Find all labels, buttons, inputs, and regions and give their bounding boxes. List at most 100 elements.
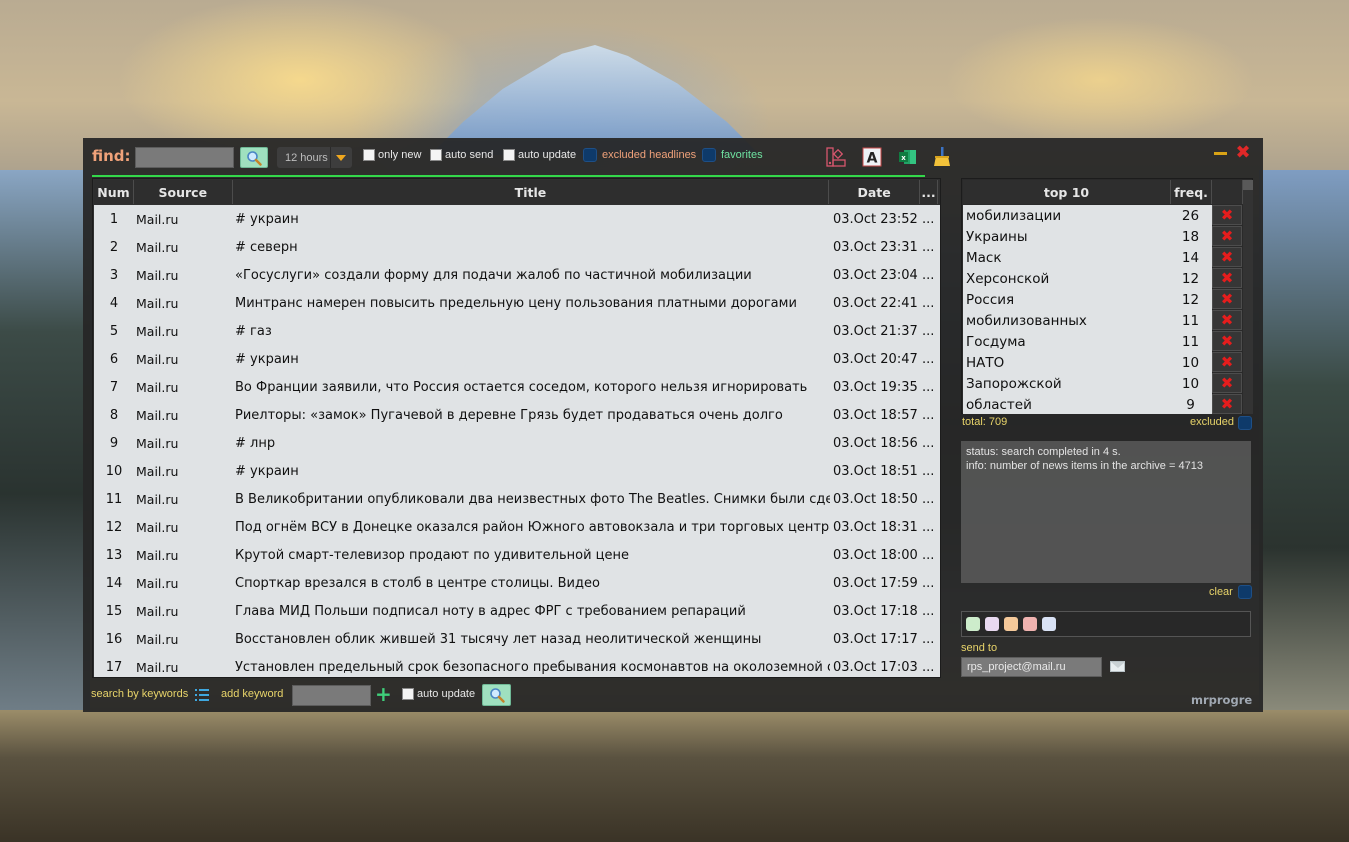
table-row[interactable]: 1 Mail.ru # украин 03.Oct 23:52... <box>94 205 940 233</box>
table-row[interactable]: 7 Mail.ru Во Франции заявили, что Россия о… <box>94 373 940 401</box>
minimize-icon[interactable] <box>1214 152 1227 155</box>
top10-row[interactable]: мобилизованных 11 <box>963 310 1212 331</box>
color-swatch[interactable] <box>1042 617 1056 631</box>
table-row[interactable]: 8 Mail.ru Риелторы: «замок» Пугачевой в де… <box>94 401 940 429</box>
top10-row[interactable]: Запорожской 10 <box>963 373 1212 394</box>
cell-more[interactable]: ... <box>922 352 940 367</box>
clear-toggle[interactable] <box>1238 585 1252 599</box>
delete-word-button[interactable]: ✖ <box>1212 226 1242 246</box>
table-row[interactable]: 12 Mail.ru Под огнём ВСУ в Донецке оказалс… <box>94 513 940 541</box>
cell-more[interactable]: ... <box>922 380 940 395</box>
table-row[interactable]: 4 Mail.ru Минтранс намерен повысить предел… <box>94 289 940 317</box>
cell-more[interactable]: ... <box>922 492 940 507</box>
search-by-keywords-link[interactable]: search by keywords <box>91 688 188 700</box>
close-icon[interactable]: ✖ <box>1233 143 1253 163</box>
keyword-input[interactable] <box>292 685 371 706</box>
delete-word-button[interactable]: ✖ <box>1212 331 1242 351</box>
cell-more[interactable]: ... <box>922 520 940 535</box>
delete-word-button[interactable]: ✖ <box>1212 352 1242 372</box>
delete-word-button[interactable]: ✖ <box>1212 394 1242 414</box>
column-top10[interactable]: top 10 <box>963 180 1171 204</box>
table-row[interactable]: 11 Mail.ru В Великобритании опубликовали д… <box>94 485 940 513</box>
top10-row[interactable]: Украины 18 <box>963 226 1212 247</box>
scrollbar-thumb[interactable] <box>1243 180 1253 190</box>
cell-more[interactable]: ... <box>922 212 940 227</box>
cell-more[interactable]: ... <box>922 296 940 311</box>
top10-row[interactable]: Россия 12 <box>963 289 1212 310</box>
checkbox-box[interactable] <box>363 149 375 161</box>
color-palette-icon[interactable] <box>825 146 847 168</box>
table-row[interactable]: 13 Mail.ru Крутой смарт-телевизор продают … <box>94 541 940 569</box>
cell-more[interactable]: ... <box>922 660 940 675</box>
table-row[interactable]: 17 Mail.ru Установлен предельный срок безо… <box>94 653 940 677</box>
table-row[interactable]: 9 Mail.ru # лнр 03.Oct 18:56... <box>94 429 940 457</box>
status-line: status: search completed in 4 s. <box>966 446 1121 458</box>
keywords-auto-update-checkbox[interactable]: auto update <box>402 688 475 700</box>
cell-more[interactable]: ... <box>922 632 940 647</box>
color-swatch[interactable] <box>966 617 980 631</box>
top10-row[interactable]: мобилизации 26 <box>963 205 1212 226</box>
envelope-icon[interactable] <box>1110 661 1125 672</box>
cell-more[interactable]: ... <box>922 464 940 479</box>
toggle-box[interactable] <box>702 148 716 162</box>
auto-send-checkbox[interactable]: auto send <box>430 149 493 161</box>
find-input[interactable] <box>135 147 234 168</box>
delete-word-button[interactable]: ✖ <box>1212 289 1242 309</box>
top10-scrollbar[interactable] <box>1243 180 1253 414</box>
email-input[interactable]: rps_project@mail.ru <box>961 657 1102 677</box>
checkbox-box[interactable] <box>430 149 442 161</box>
auto-update-checkbox[interactable]: auto update <box>503 149 576 161</box>
plus-icon[interactable]: + <box>375 683 392 705</box>
cell-more[interactable]: ... <box>922 604 940 619</box>
top10-row[interactable]: областей 9 <box>963 394 1212 415</box>
cell-more[interactable]: ... <box>922 268 940 283</box>
delete-word-button[interactable]: ✖ <box>1212 310 1242 330</box>
toggle-box[interactable] <box>583 148 597 162</box>
top10-row[interactable]: Херсонской 12 <box>963 268 1212 289</box>
table-row[interactable]: 16 Mail.ru Восстановлен облик жившей 31 ты… <box>94 625 940 653</box>
chevron-down-icon[interactable] <box>330 147 350 168</box>
favorites-toggle[interactable]: favorites <box>702 148 763 162</box>
excluded-toggle[interactable] <box>1238 416 1252 430</box>
only-new-checkbox[interactable]: only new <box>363 149 421 161</box>
column-freq[interactable]: freq. <box>1171 180 1212 204</box>
checkbox-box[interactable] <box>402 688 414 700</box>
delete-word-button[interactable]: ✖ <box>1212 373 1242 393</box>
keyword-search-button[interactable] <box>482 684 511 706</box>
column-title[interactable]: Title <box>233 180 830 204</box>
cell-more[interactable]: ... <box>922 436 940 451</box>
list-icon[interactable] <box>195 687 209 706</box>
cell-more[interactable]: ... <box>922 548 940 563</box>
column-source[interactable]: Source <box>134 180 233 204</box>
table-row[interactable]: 3 Mail.ru «Госуслуги» создали форму для по… <box>94 261 940 289</box>
column-num[interactable]: Num <box>94 180 134 204</box>
cell-more[interactable]: ... <box>922 576 940 591</box>
table-row[interactable]: 6 Mail.ru # украин 03.Oct 20:47... <box>94 345 940 373</box>
table-row[interactable]: 5 Mail.ru # газ 03.Oct 21:37... <box>94 317 940 345</box>
table-row[interactable]: 2 Mail.ru # северн 03.Oct 23:31... <box>94 233 940 261</box>
delete-word-button[interactable]: ✖ <box>1212 247 1242 267</box>
top10-row[interactable]: Маск 14 <box>963 247 1212 268</box>
excel-icon[interactable]: x <box>897 146 919 168</box>
checkbox-box[interactable] <box>503 149 515 161</box>
color-swatch[interactable] <box>985 617 999 631</box>
column-date[interactable]: Date <box>829 180 921 204</box>
excluded-headlines-toggle[interactable]: excluded headlines <box>583 148 696 162</box>
time-range-select[interactable]: 12 hours <box>277 147 352 168</box>
top10-row[interactable]: НАТО 10 <box>963 352 1212 373</box>
delete-word-button[interactable]: ✖ <box>1212 268 1242 288</box>
font-icon[interactable]: A <box>861 146 883 168</box>
table-row[interactable]: 14 Mail.ru Спорткар врезался в столб в цен… <box>94 569 940 597</box>
color-swatch[interactable] <box>1004 617 1018 631</box>
broom-icon[interactable] <box>931 146 953 168</box>
table-row[interactable]: 10 Mail.ru # украин 03.Oct 18:51... <box>94 457 940 485</box>
cell-more[interactable]: ... <box>922 240 940 255</box>
column-more[interactable]: ... <box>920 180 938 204</box>
delete-word-button[interactable]: ✖ <box>1212 205 1242 225</box>
search-button[interactable] <box>240 147 268 168</box>
color-swatch[interactable] <box>1023 617 1037 631</box>
top10-row[interactable]: Госдума 11 <box>963 331 1212 352</box>
table-row[interactable]: 15 Mail.ru Глава МИД Польши подписал ноту … <box>94 597 940 625</box>
cell-more[interactable]: ... <box>922 324 940 339</box>
cell-more[interactable]: ... <box>922 408 940 423</box>
